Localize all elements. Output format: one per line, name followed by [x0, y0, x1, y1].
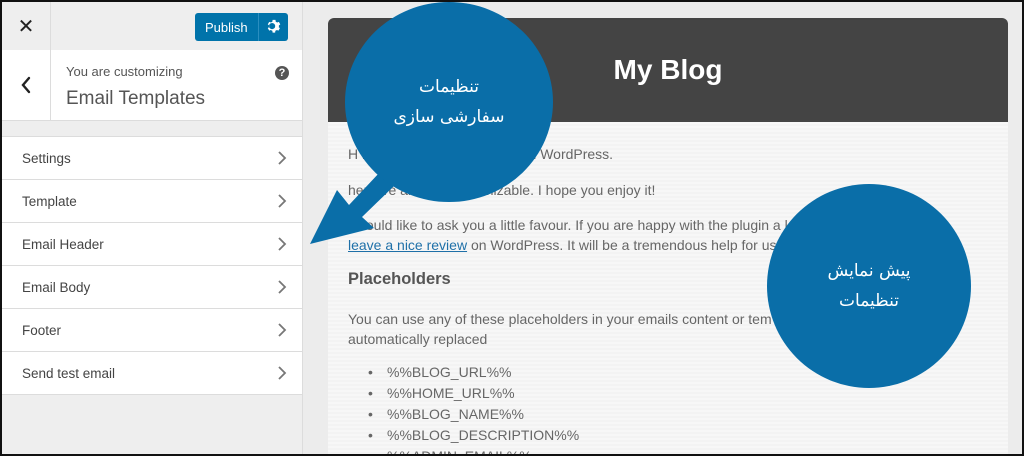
- menu-item-send-test-email[interactable]: Send test email: [2, 351, 302, 395]
- list-item: %%ADMIN_EMAIL%%: [368, 446, 579, 454]
- annotation-text: پیش نمایش: [827, 261, 911, 281]
- chevron-right-icon: [278, 280, 287, 294]
- chevron-right-icon: [278, 151, 287, 165]
- blog-title: My Blog: [613, 54, 723, 85]
- close-button[interactable]: ✕: [2, 2, 51, 50]
- customizer-menu: Settings Template Email Header Email Bod…: [2, 136, 302, 395]
- chevron-right-icon: [278, 237, 287, 251]
- customizer-topbar: ✕ Publish: [2, 2, 302, 51]
- list-item: %%HOME_URL%%: [368, 383, 579, 404]
- menu-item-label: Template: [22, 193, 77, 209]
- close-icon: ✕: [17, 14, 35, 38]
- menu-item-template[interactable]: Template: [2, 179, 302, 222]
- chevron-right-icon: [278, 323, 287, 337]
- menu-item-label: Send test email: [22, 365, 116, 381]
- body-line-rest: on WordPress. It will be a tremendous he…: [467, 237, 781, 253]
- back-button[interactable]: [2, 50, 51, 120]
- annotation-text: تنظیمات: [419, 77, 479, 97]
- list-item: %%BLOG_NAME%%: [368, 404, 579, 425]
- customizing-subtitle: You are customizing: [66, 64, 183, 79]
- publish-divider: [258, 13, 259, 41]
- screenshot-frame: ✕ Publish You are customizing Email Temp…: [0, 0, 1024, 456]
- menu-item-label: Footer: [22, 322, 62, 338]
- menu-item-label: Email Body: [22, 279, 91, 295]
- customizing-title: Email Templates: [66, 88, 206, 109]
- body-line: automatically replaced: [348, 331, 488, 347]
- placeholders-heading: Placeholders: [348, 270, 451, 288]
- annotation-text: سفارشی سازی: [393, 107, 505, 127]
- chevron-right-icon: [278, 366, 287, 380]
- publish-button[interactable]: Publish: [195, 13, 288, 41]
- menu-item-label: Settings: [22, 150, 71, 166]
- annotation-bubble-customize: تنظیمات سفارشی سازی: [345, 2, 553, 202]
- placeholder-list: %%BLOG_URL%% %%HOME_URL%% %%BLOG_NAME%% …: [368, 362, 579, 454]
- list-item: %%BLOG_URL%%: [368, 362, 579, 383]
- menu-item-email-body[interactable]: Email Body: [2, 265, 302, 308]
- customizer-panel: ✕ Publish You are customizing Email Temp…: [2, 2, 303, 454]
- customizing-info: You are customizing Email Templates ?: [2, 50, 302, 121]
- annotation-bubble-preview: پیش نمایش تنظیمات: [767, 184, 971, 388]
- menu-item-footer[interactable]: Footer: [2, 308, 302, 351]
- chevron-left-icon: [21, 76, 31, 94]
- help-icon[interactable]: ?: [275, 66, 289, 80]
- annotation-text: تنظیمات: [839, 291, 899, 311]
- body-line: You can use any of these placeholders in…: [348, 311, 772, 327]
- list-item: %%BLOG_DESCRIPTION%%: [368, 425, 579, 446]
- publish-label: Publish: [205, 19, 248, 35]
- menu-item-label: Email Header: [22, 236, 104, 252]
- menu-item-settings[interactable]: Settings: [2, 136, 302, 179]
- menu-item-email-header[interactable]: Email Header: [2, 222, 302, 265]
- gear-icon[interactable]: [264, 18, 281, 35]
- chevron-right-icon: [278, 194, 287, 208]
